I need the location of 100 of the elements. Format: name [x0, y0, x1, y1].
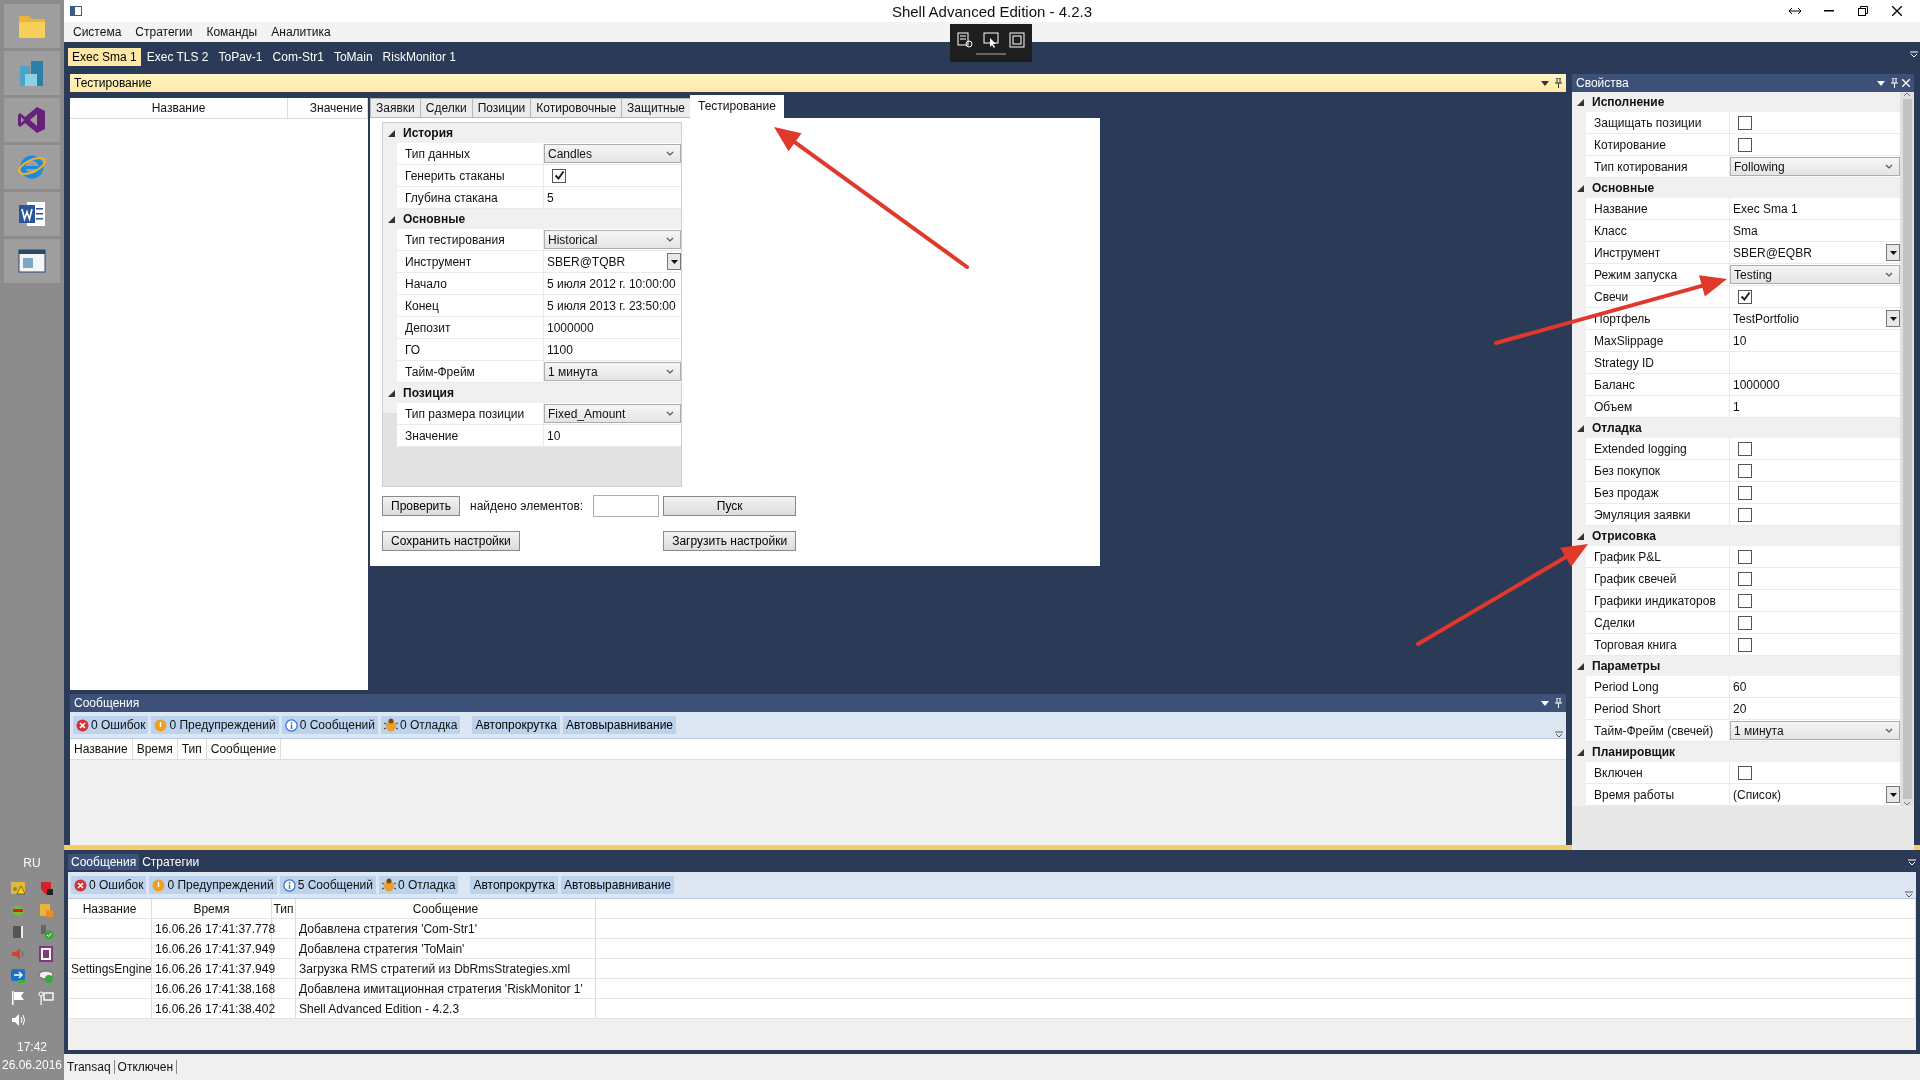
checkbox[interactable] — [1738, 441, 1752, 456]
plug-icon[interactable] — [38, 924, 54, 940]
filter-button[interactable]: 5 Сообщений — [279, 876, 376, 894]
column-header[interactable]: Название — [70, 98, 288, 118]
column-header[interactable]: Сообщение — [206, 739, 282, 759]
filter-button[interactable]: 0 Ошибок — [73, 716, 149, 734]
tab[interactable]: Тестирование — [690, 95, 784, 118]
checkbox[interactable] — [1738, 765, 1752, 780]
dropdown-button[interactable] — [1886, 786, 1900, 803]
dropdown[interactable]: Candles — [544, 144, 681, 163]
tab[interactable]: Сделки — [419, 98, 473, 118]
checkbox[interactable] — [1738, 137, 1752, 152]
tab[interactable]: Стратегии — [139, 854, 203, 870]
tab[interactable]: Позиции — [471, 98, 532, 118]
menu-item[interactable]: Аналитика — [264, 25, 338, 39]
column-header[interactable]: Название — [68, 899, 152, 919]
start-button[interactable]: Пуск — [663, 496, 797, 516]
key-warning-icon[interactable] — [10, 880, 26, 896]
checkbox[interactable] — [1738, 571, 1752, 586]
overflow-icon[interactable] — [1905, 891, 1913, 898]
filter-button[interactable]: 0 Предупреждений — [151, 716, 279, 734]
count-field[interactable] — [593, 495, 660, 517]
load-settings-button[interactable]: Загрузить настройки — [663, 531, 797, 551]
grid-icon[interactable] — [10, 924, 26, 940]
column-header[interactable]: Время — [152, 899, 272, 919]
collapse-icon[interactable] — [1577, 662, 1584, 670]
collapse-icon[interactable] — [1577, 532, 1584, 540]
column-header[interactable]: Тип — [272, 899, 296, 919]
dropdown-button[interactable] — [1886, 310, 1900, 327]
volume-icon[interactable] — [10, 1012, 26, 1028]
menu-item[interactable]: Стратегии — [128, 25, 200, 39]
taskbar-button[interactable] — [4, 98, 60, 142]
remote-icon[interactable] — [10, 968, 26, 984]
dropdown[interactable]: Following — [1730, 157, 1900, 176]
toggle-button[interactable]: Автопрокрутка — [472, 716, 560, 734]
collapse-icon[interactable] — [1577, 98, 1584, 106]
document-tab[interactable]: ToMain — [329, 48, 377, 66]
taskbar-button[interactable] — [4, 239, 60, 283]
scrollbar[interactable] — [1900, 92, 1914, 806]
filter-button[interactable]: 0 Ошибок — [71, 876, 147, 894]
window-capture-icon[interactable] — [957, 31, 973, 48]
column-header[interactable]: Сообщение — [296, 899, 596, 919]
toggle-button[interactable]: Автовыравнивание — [562, 716, 677, 734]
checkbox[interactable] — [1738, 485, 1752, 500]
scroll-up-icon[interactable] — [1903, 92, 1911, 97]
filter-button[interactable]: 0 Отладка — [381, 716, 461, 734]
dropdown[interactable]: Historical — [544, 230, 681, 249]
document-tab[interactable]: Exec Sma 1 — [68, 48, 141, 66]
tab[interactable]: Заявки — [370, 98, 421, 118]
document-tab[interactable]: Exec TLS 2 — [142, 48, 213, 66]
checkbox[interactable] — [1738, 289, 1752, 304]
network-icon[interactable] — [38, 990, 54, 1006]
collapse-icon[interactable] — [388, 215, 395, 223]
menu-item[interactable]: Команды — [199, 25, 265, 39]
column-header[interactable]: Значение — [288, 98, 368, 118]
toggle-button[interactable]: Автовыравнивание — [560, 876, 675, 894]
shield-icon[interactable] — [38, 880, 54, 896]
tab[interactable]: Защитные — [621, 98, 691, 118]
dropdown[interactable]: 1 минута — [1730, 721, 1900, 740]
app-icon[interactable] — [70, 6, 82, 16]
dropdown-icon[interactable] — [1541, 80, 1549, 86]
checkbox[interactable] — [552, 168, 566, 183]
dropdown[interactable]: Fixed_Amount — [544, 404, 681, 423]
checkbox[interactable] — [1738, 549, 1752, 564]
notebook-icon[interactable] — [38, 946, 54, 962]
collapse-icon[interactable] — [1577, 424, 1584, 432]
column-header[interactable]: Название — [70, 739, 133, 759]
check-button[interactable]: Проверить — [382, 496, 460, 516]
tab[interactable]: Сообщения — [68, 854, 140, 870]
dropdown[interactable]: 1 минута — [544, 362, 681, 381]
dropdown-button[interactable] — [1886, 244, 1900, 261]
collapse-icon[interactable] — [388, 389, 395, 397]
column-header[interactable]: Тип — [177, 739, 207, 759]
checkbox[interactable] — [1738, 593, 1752, 608]
collapse-icon[interactable] — [1577, 184, 1584, 192]
collapse-icon[interactable] — [1577, 748, 1584, 756]
scroll-down-icon[interactable] — [1903, 801, 1911, 806]
taskbar-button[interactable] — [4, 192, 60, 236]
toggle-button[interactable]: Автопрокрутка — [470, 876, 558, 894]
save-settings-button[interactable]: Сохранить настройки — [382, 531, 520, 551]
checkbox[interactable] — [1738, 463, 1752, 478]
checkbox[interactable] — [1738, 507, 1752, 522]
document-tab[interactable]: ToPav-1 — [214, 48, 267, 66]
pointer-icon[interactable] — [983, 31, 999, 48]
tab[interactable]: Котировочные — [530, 98, 623, 118]
dropdown[interactable]: Testing — [1730, 265, 1900, 284]
filter-button[interactable]: 0 Сообщений — [281, 716, 378, 734]
checkbox[interactable] — [1738, 615, 1752, 630]
menu-item[interactable]: Система — [66, 25, 129, 39]
fullscreen-icon[interactable] — [1009, 31, 1025, 48]
filter-button[interactable]: 0 Предупреждений — [149, 876, 277, 894]
pin-icon[interactable] — [1555, 78, 1562, 88]
document-tab[interactable]: Com-Str1 — [268, 48, 328, 66]
checkbox[interactable] — [1738, 115, 1752, 130]
column-header[interactable]: Время — [132, 739, 178, 759]
flag-icon[interactable] — [10, 990, 26, 1006]
filter-button[interactable]: 0 Отладка — [379, 876, 459, 894]
checkbox[interactable] — [1738, 637, 1752, 652]
overflow-icon[interactable] — [1555, 731, 1563, 738]
cloud-icon[interactable] — [38, 968, 54, 984]
